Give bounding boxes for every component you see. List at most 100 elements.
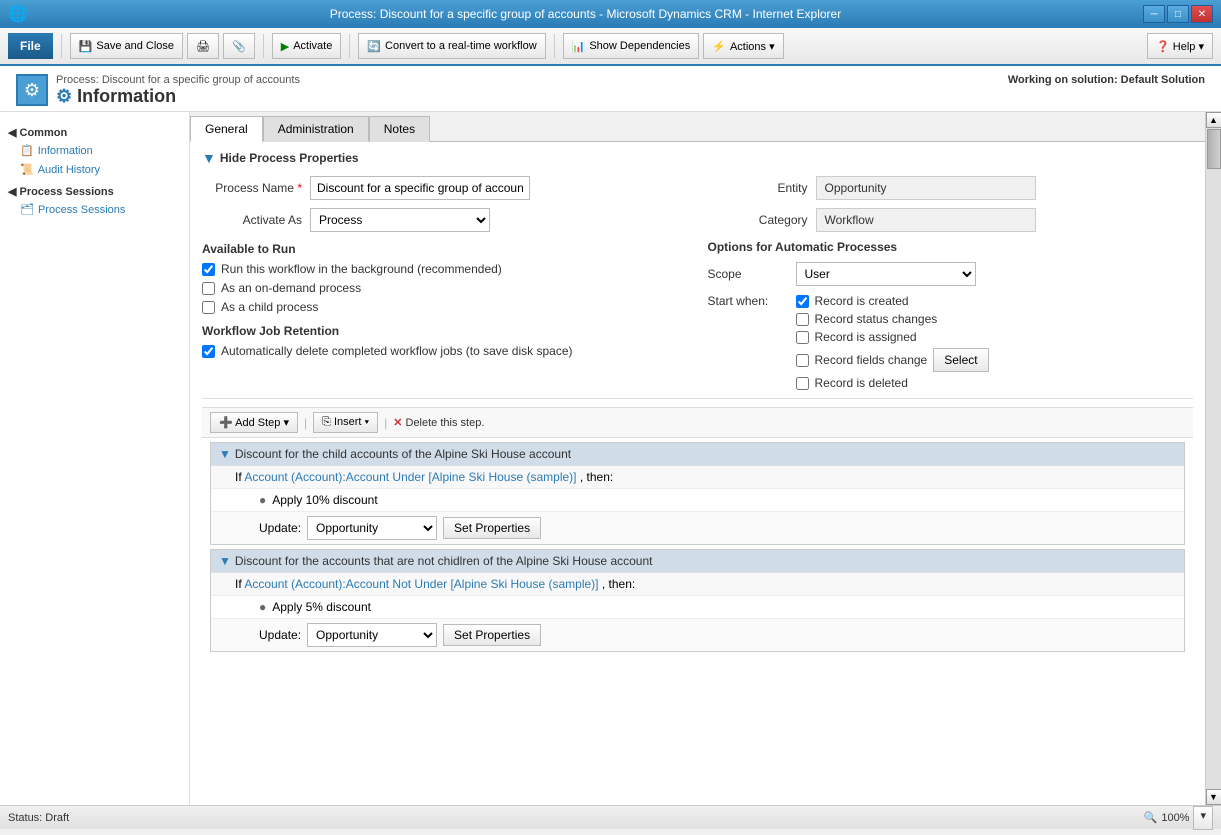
- step-group-2: ▼ Discount for the accounts that are not…: [210, 549, 1185, 652]
- record-created-row: Record is created: [796, 294, 989, 308]
- step-2-condition-link[interactable]: Account (Account):Account Not Under [Alp…: [244, 577, 598, 591]
- checkbox-autodelete-row: Automatically delete completed workflow …: [202, 344, 688, 358]
- convert-icon: 🔄: [367, 40, 381, 53]
- convert-button[interactable]: 🔄 Convert to a real-time workflow: [358, 33, 545, 59]
- dependencies-button[interactable]: 📊 Show Dependencies: [563, 33, 700, 59]
- form-right: Entity Opportunity Category Workflow Opt…: [708, 176, 1194, 390]
- step-1-update-label: Update:: [259, 521, 301, 535]
- ribbon-separator-2: [263, 34, 264, 58]
- activate-as-label: Activate As: [202, 213, 302, 227]
- sidebar: ◀ Common 📋 Information 📜 Audit History ◀…: [0, 112, 190, 805]
- background-workflow-checkbox[interactable]: [202, 263, 215, 276]
- record-assigned-checkbox[interactable]: [796, 331, 809, 344]
- sidebar-item-information[interactable]: 📋 Information: [0, 141, 189, 160]
- delete-x-icon: ✕: [393, 416, 402, 429]
- sidebar-item-audit[interactable]: 📜 Audit History: [0, 160, 189, 179]
- activate-button[interactable]: ▶ Activate: [272, 33, 342, 59]
- activate-as-select-wrap: Process: [310, 208, 490, 232]
- page-title: ⚙ Information: [56, 86, 300, 107]
- steps-content: ▼ Discount for the child accounts of the…: [202, 438, 1193, 660]
- category-row: Category Workflow: [708, 208, 1194, 232]
- close-button[interactable]: ✕: [1191, 5, 1213, 23]
- tab-general[interactable]: General: [190, 116, 263, 142]
- scroll-thumb[interactable]: [1207, 129, 1221, 169]
- section-title: Hide Process Properties: [220, 151, 359, 165]
- record-status-checkbox[interactable]: [796, 313, 809, 326]
- delete-step-button[interactable]: ✕ Delete this step.: [393, 416, 484, 429]
- record-fields-checkbox[interactable]: [796, 354, 809, 367]
- scope-label: Scope: [708, 267, 788, 281]
- step-1-collapse-icon[interactable]: ▼: [219, 447, 231, 461]
- child-process-checkbox[interactable]: [202, 301, 215, 314]
- page-header-text: Process: Discount for a specific group o…: [56, 74, 300, 107]
- workflow-retention-title: Workflow Job Retention: [202, 324, 688, 338]
- step-toolbar: ➕ Add Step ▾ | ⎘ Insert ▾ | ✕ Delete thi…: [202, 407, 1193, 438]
- minimize-button[interactable]: ─: [1143, 5, 1165, 23]
- tab-administration[interactable]: Administration: [263, 116, 369, 142]
- status-bar: Status: Draft 🔍 100% ▾: [0, 805, 1221, 829]
- page-icon-symbol: ⚙: [24, 80, 40, 101]
- insert-button[interactable]: ⎘ Insert ▾: [313, 412, 378, 433]
- actions-icon: ⚡: [712, 40, 726, 53]
- category-label: Category: [708, 213, 808, 227]
- toolbar-separator-1: |: [304, 416, 307, 430]
- process-name-row: Process Name *: [202, 176, 688, 200]
- scroll-up-button[interactable]: ▲: [1206, 112, 1221, 128]
- breadcrumb: Process: Discount for a specific group o…: [56, 74, 300, 86]
- print-button[interactable]: 🖨: [187, 33, 219, 59]
- record-fields-row: Record fields change Select: [796, 348, 989, 372]
- checkbox-background-row: Run this workflow in the background (rec…: [202, 262, 688, 276]
- entity-row: Entity Opportunity: [708, 176, 1194, 200]
- toolbar-separator-2: |: [384, 416, 387, 430]
- process-section: ▼ Hide Process Properties Process Name *: [190, 142, 1205, 805]
- step-1-set-properties-button[interactable]: Set Properties: [443, 517, 541, 539]
- right-scrollbar: ▲ ▼: [1205, 112, 1221, 805]
- entity-label: Entity: [708, 181, 808, 195]
- record-deleted-row: Record is deleted: [796, 376, 989, 390]
- dependencies-icon: 📊: [572, 40, 586, 53]
- scroll-down-button[interactable]: ▼: [1206, 789, 1221, 805]
- record-deleted-label: Record is deleted: [815, 376, 908, 390]
- title-bar: 🌐 Process: Discount for a specific group…: [0, 0, 1221, 28]
- ribbon-separator-3: [349, 34, 350, 58]
- status-text: Status: Draft: [8, 812, 69, 824]
- tab-notes[interactable]: Notes: [369, 116, 430, 142]
- file-button[interactable]: File: [8, 33, 53, 59]
- process-name-input[interactable]: [310, 176, 530, 200]
- zoom-area: 🔍 100% ▾: [1144, 806, 1213, 830]
- select-button[interactable]: Select: [933, 348, 988, 372]
- step-2-set-properties-button[interactable]: Set Properties: [443, 624, 541, 646]
- available-to-run-title: Available to Run: [202, 242, 688, 256]
- start-when-section: Start when: Record is created Record sta…: [708, 294, 1194, 390]
- auto-delete-checkbox[interactable]: [202, 345, 215, 358]
- scope-row: Scope User: [708, 262, 1194, 286]
- scroll-track: [1206, 128, 1221, 789]
- step-2-update-select[interactable]: Opportunity: [307, 623, 437, 647]
- collapse-icon[interactable]: ▼: [202, 150, 216, 166]
- checkbox-child-row: As a child process: [202, 300, 688, 314]
- save-icon: 💾: [79, 40, 93, 53]
- step-2-collapse-icon[interactable]: ▼: [219, 554, 231, 568]
- step-2-action-label: Apply 5% discount: [272, 600, 371, 614]
- form-left: Process Name * Activate As Process: [202, 176, 688, 390]
- actions-button[interactable]: ⚡ Actions ▾: [703, 33, 783, 59]
- maximize-button[interactable]: □: [1167, 5, 1189, 23]
- sidebar-common-header: ◀ Common: [0, 120, 189, 141]
- step-1-update-row: Update: Opportunity Set Properties: [211, 511, 1184, 544]
- start-when-label: Start when:: [708, 294, 788, 390]
- step-1-update-select[interactable]: Opportunity: [307, 516, 437, 540]
- sidebar-item-process-sessions[interactable]: 🗂 Process Sessions: [0, 200, 189, 219]
- attach-button[interactable]: 📎: [223, 33, 255, 59]
- record-assigned-row: Record is assigned: [796, 330, 989, 344]
- step-1-condition-link[interactable]: Account (Account):Account Under [Alpine …: [244, 470, 576, 484]
- record-deleted-checkbox[interactable]: [796, 377, 809, 390]
- title-bar-controls: ─ □ ✕: [1143, 5, 1213, 23]
- activate-as-select[interactable]: Process: [310, 208, 490, 232]
- scope-select[interactable]: User: [796, 262, 976, 286]
- save-close-button[interactable]: 💾 Save and Close: [70, 33, 183, 59]
- on-demand-checkbox[interactable]: [202, 282, 215, 295]
- record-created-checkbox[interactable]: [796, 295, 809, 308]
- help-button[interactable]: ❓ Help ▾: [1147, 33, 1213, 59]
- zoom-dropdown-button[interactable]: ▾: [1193, 806, 1213, 830]
- add-step-button[interactable]: ➕ Add Step ▾: [210, 412, 298, 433]
